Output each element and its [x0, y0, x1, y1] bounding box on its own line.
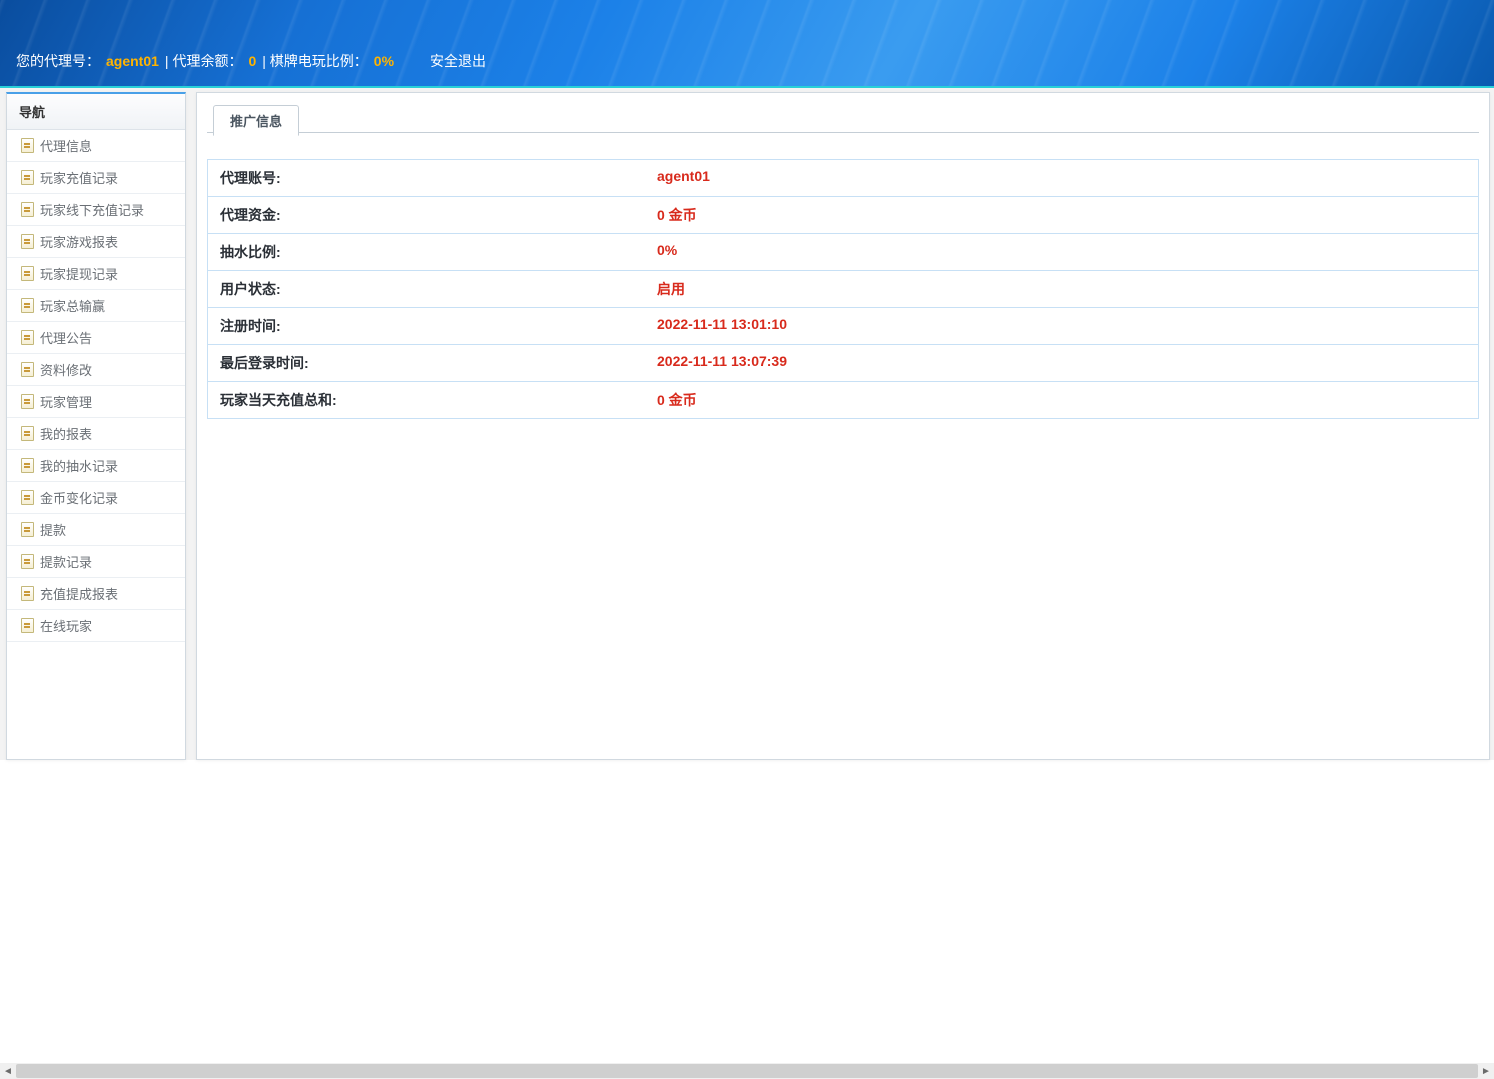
balance-label: | 代理余额： — [165, 51, 243, 71]
table-row: 代理资金: 0 金币 — [208, 197, 1478, 234]
document-icon — [21, 586, 34, 601]
document-icon — [21, 362, 34, 377]
horizontal-scrollbar[interactable]: ◄ ► — [0, 1063, 1494, 1079]
ratio-value: 0% — [374, 53, 394, 69]
document-icon — [21, 522, 34, 537]
sidebar-item-label: 玩家提现记录 — [40, 264, 118, 283]
table-row: 代理账号: agent01 — [208, 160, 1478, 197]
agent-id-value: agent01 — [106, 53, 159, 69]
row-label: 注册时间: — [208, 308, 653, 344]
sidebar-item-label: 资料修改 — [40, 360, 92, 379]
row-label: 代理资金: — [208, 197, 653, 233]
sidebar-item-label: 玩家总输赢 — [40, 296, 105, 315]
sidebar-item-agent-info[interactable]: 代理信息 — [7, 130, 185, 162]
document-icon — [21, 490, 34, 505]
row-value: 0 金币 — [653, 382, 1478, 418]
sidebar-item-label: 代理公告 — [40, 328, 92, 347]
sidebar-item-label: 提款 — [40, 520, 66, 539]
document-icon — [21, 394, 34, 409]
sidebar-item-total-winloss[interactable]: 玩家总输赢 — [7, 290, 185, 322]
document-icon — [21, 330, 34, 345]
sidebar-item-coin-change[interactable]: 金币变化记录 — [7, 482, 185, 514]
sidebar: 导航 代理信息 玩家充值记录 玩家线下充值记录 玩家游戏报表 玩家提现记录 玩家… — [6, 92, 186, 760]
sidebar-item-my-rake[interactable]: 我的抽水记录 — [7, 450, 185, 482]
table-row: 最后登录时间: 2022-11-11 13:07:39 — [208, 345, 1478, 382]
row-label: 用户状态: — [208, 271, 653, 307]
balance-value: 0 — [248, 53, 256, 69]
sidebar-item-label: 玩家线下充值记录 — [40, 200, 144, 219]
sidebar-item-label: 代理信息 — [40, 136, 92, 155]
ratio-label: | 棋牌电玩比例： — [262, 51, 368, 71]
sidebar-item-withdraw-record[interactable]: 玩家提现记录 — [7, 258, 185, 290]
row-value: 2022-11-11 13:07:39 — [653, 345, 1478, 381]
sidebar-item-withdraw[interactable]: 提款 — [7, 514, 185, 546]
main-panel: 推广信息 代理账号: agent01 代理资金: 0 金币 抽水比例: 0% 用… — [196, 92, 1490, 760]
tab-underline — [207, 132, 1479, 133]
agent-id-label: 您的代理号： — [16, 51, 100, 71]
row-label: 抽水比例: — [208, 234, 653, 270]
tab-strip: 推广信息 — [207, 105, 1479, 133]
scrollbar-thumb[interactable] — [16, 1064, 1478, 1078]
tab-promo-info[interactable]: 推广信息 — [213, 105, 299, 136]
sidebar-item-label: 在线玩家 — [40, 616, 92, 635]
row-label: 代理账号: — [208, 160, 653, 196]
document-icon — [21, 138, 34, 153]
sidebar-item-recharge-commission[interactable]: 充值提成报表 — [7, 578, 185, 610]
sidebar-item-my-report[interactable]: 我的报表 — [7, 418, 185, 450]
document-icon — [21, 202, 34, 217]
row-value: 2022-11-11 13:01:10 — [653, 308, 1478, 344]
row-label: 玩家当天充值总和: — [208, 382, 653, 418]
app-header: 您的代理号： agent01 | 代理余额： 0 | 棋牌电玩比例： 0% 安全… — [0, 0, 1494, 88]
scroll-right-icon[interactable]: ► — [1478, 1063, 1494, 1079]
sidebar-title: 导航 — [7, 94, 185, 130]
sidebar-item-label: 我的抽水记录 — [40, 456, 118, 475]
nav-list: 代理信息 玩家充值记录 玩家线下充值记录 玩家游戏报表 玩家提现记录 玩家总输赢… — [7, 130, 185, 642]
row-value: 0 金币 — [653, 197, 1478, 233]
body-area: 导航 代理信息 玩家充值记录 玩家线下充值记录 玩家游戏报表 玩家提现记录 玩家… — [0, 88, 1494, 760]
document-icon — [21, 234, 34, 249]
sidebar-item-label: 提款记录 — [40, 552, 92, 571]
scroll-left-icon[interactable]: ◄ — [0, 1063, 16, 1079]
row-label: 最后登录时间: — [208, 345, 653, 381]
sidebar-item-label: 金币变化记录 — [40, 488, 118, 507]
table-row: 抽水比例: 0% — [208, 234, 1478, 271]
logout-link[interactable]: 安全退出 — [430, 51, 486, 71]
info-table: 代理账号: agent01 代理资金: 0 金币 抽水比例: 0% 用户状态: … — [207, 159, 1479, 419]
table-row: 注册时间: 2022-11-11 13:01:10 — [208, 308, 1478, 345]
sidebar-item-online-players[interactable]: 在线玩家 — [7, 610, 185, 642]
sidebar-item-player-recharge[interactable]: 玩家充值记录 — [7, 162, 185, 194]
sidebar-item-game-report[interactable]: 玩家游戏报表 — [7, 226, 185, 258]
document-icon — [21, 170, 34, 185]
row-value: agent01 — [653, 160, 1478, 196]
document-icon — [21, 266, 34, 281]
sidebar-item-label: 玩家管理 — [40, 392, 92, 411]
sidebar-item-offline-recharge[interactable]: 玩家线下充值记录 — [7, 194, 185, 226]
sidebar-item-label: 玩家充值记录 — [40, 168, 118, 187]
sidebar-item-label: 我的报表 — [40, 424, 92, 443]
sidebar-item-profile-edit[interactable]: 资料修改 — [7, 354, 185, 386]
status-bar: 您的代理号： agent01 | 代理余额： 0 | 棋牌电玩比例： 0% 安全… — [16, 51, 486, 83]
document-icon — [21, 554, 34, 569]
row-value: 启用 — [653, 271, 1478, 307]
sidebar-item-announcement[interactable]: 代理公告 — [7, 322, 185, 354]
document-icon — [21, 426, 34, 441]
sidebar-item-withdraw-log[interactable]: 提款记录 — [7, 546, 185, 578]
document-icon — [21, 618, 34, 633]
document-icon — [21, 458, 34, 473]
row-value: 0% — [653, 234, 1478, 270]
sidebar-item-label: 玩家游戏报表 — [40, 232, 118, 251]
sidebar-item-player-manage[interactable]: 玩家管理 — [7, 386, 185, 418]
table-row: 用户状态: 启用 — [208, 271, 1478, 308]
table-row: 玩家当天充值总和: 0 金币 — [208, 382, 1478, 418]
sidebar-item-label: 充值提成报表 — [40, 584, 118, 603]
document-icon — [21, 298, 34, 313]
